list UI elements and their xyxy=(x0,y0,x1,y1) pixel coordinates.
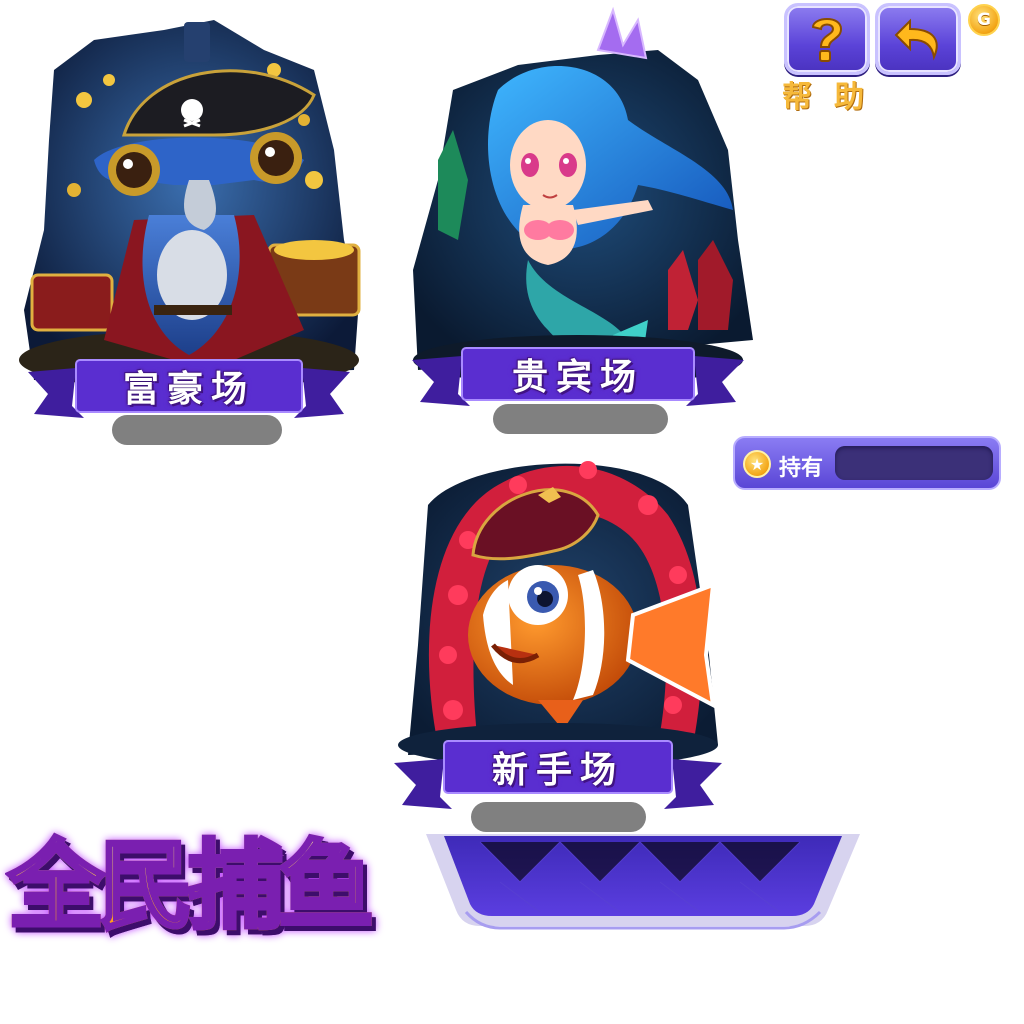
room-label: 富豪场 xyxy=(122,368,255,410)
room-label: 贵宾场 xyxy=(511,356,644,398)
room-card-rich[interactable]: 富豪场 xyxy=(14,10,364,450)
help-button[interactable] xyxy=(784,3,870,75)
holdings-bar: ★ 持有 xyxy=(733,436,1001,490)
room-entry-bar xyxy=(112,415,282,445)
coin-badge-letter: G xyxy=(977,10,991,30)
help-label: 帮助 xyxy=(782,80,886,115)
room-ribbon-label-area: 贵宾场 xyxy=(462,348,694,400)
room-label: 新手场 xyxy=(491,749,624,791)
gold-coin-badge-icon: G xyxy=(968,4,1000,36)
holdings-value xyxy=(835,446,993,480)
room-ribbon-label-area: 富豪场 xyxy=(76,360,302,412)
question-icon xyxy=(811,18,843,62)
room-card-vip[interactable]: 贵宾场 xyxy=(398,6,758,440)
coin-star-icon: ★ xyxy=(743,450,771,478)
game-logo: 全民捕鱼 xyxy=(6,826,418,946)
back-arrow-icon xyxy=(894,18,938,61)
back-button[interactable] xyxy=(875,3,961,75)
room-entry-bar xyxy=(493,404,668,434)
room-card-newbie[interactable]: 新手场 xyxy=(388,445,728,835)
room-entry-bar xyxy=(471,802,646,832)
room-ribbon-label-area: 新手场 xyxy=(444,741,672,793)
bottom-tray-panel xyxy=(426,834,860,930)
holdings-label: 持有 xyxy=(779,456,824,481)
